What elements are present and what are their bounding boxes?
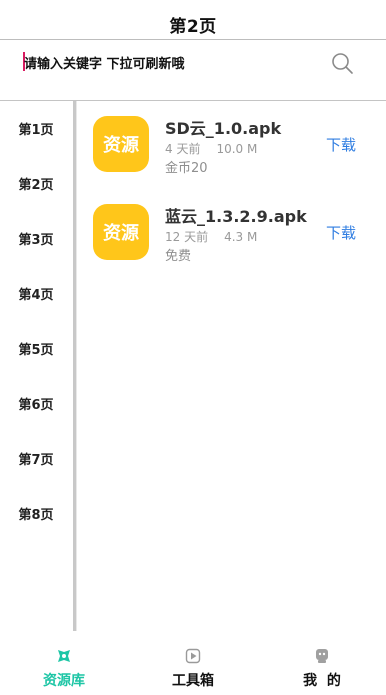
file-meta: 4 天前 10.0 M (165, 140, 257, 157)
profile-icon (316, 649, 328, 663)
file-size: 10.0 M (216, 142, 258, 156)
tab-resource-library[interactable]: 资源库 (0, 640, 128, 695)
search-bar[interactable]: 请输入关键字 下拉可刷新哦 (0, 41, 386, 84)
sidebar-item-page-3[interactable]: 第3页 (0, 211, 72, 266)
sidebar-item-page-4[interactable]: 第4页 (0, 266, 72, 321)
file-name: SD云_1.0.apk (165, 119, 282, 138)
play-icon (185, 648, 201, 664)
list-item[interactable]: 资源 SD云_1.0.apk 4 天前 10.0 M 金币20 下载 (77, 113, 386, 201)
tab-toolbox[interactable]: 工具箱 (129, 640, 257, 695)
list-item[interactable]: 资源 蓝云_1.3.2.9.apk 12 天前 4.3 M 免费 下载 (77, 201, 386, 289)
title-bar: 第2页 (0, 0, 386, 40)
download-button[interactable]: 下载 (326, 222, 356, 243)
sidebar-item-page-5[interactable]: 第5页 (0, 321, 72, 376)
sidebar-item-page-2[interactable]: 第2页 (0, 156, 72, 211)
page-title: 第2页 (169, 17, 217, 37)
file-age: 4 天前 (165, 142, 201, 156)
tab-label: 资源库 (43, 673, 85, 689)
page-sidebar: 第1页 第2页 第3页 第4页 第5页 第6页 第7页 第8页 (0, 101, 72, 541)
resource-badge: 资源 (93, 116, 149, 172)
file-price: 金币20 (165, 161, 208, 176)
search-input[interactable]: 请输入关键字 下拉可刷新哦 (24, 53, 185, 72)
file-price: 免费 (165, 249, 192, 264)
tab-mine[interactable]: 我 的 (258, 640, 386, 695)
tab-label: 我 的 (303, 673, 341, 689)
resource-badge: 资源 (93, 204, 149, 260)
sidebar-item-page-7[interactable]: 第7页 (0, 431, 72, 486)
tab-label: 工具箱 (172, 673, 214, 689)
sidebar-item-page-1[interactable]: 第1页 (0, 101, 72, 156)
bottom-tab-bar: 资源库 工具箱 我 的 (0, 640, 386, 695)
file-size: 4.3 M (224, 230, 258, 244)
sidebar-item-page-6[interactable]: 第6页 (0, 376, 72, 431)
resource-icon (58, 650, 70, 662)
sidebar-item-page-8[interactable]: 第8页 (0, 486, 72, 541)
file-name: 蓝云_1.3.2.9.apk (165, 207, 307, 226)
file-meta: 12 天前 4.3 M (165, 228, 257, 245)
search-icon[interactable] (330, 51, 354, 75)
download-button[interactable]: 下载 (326, 134, 356, 155)
file-age: 12 天前 (165, 230, 209, 244)
